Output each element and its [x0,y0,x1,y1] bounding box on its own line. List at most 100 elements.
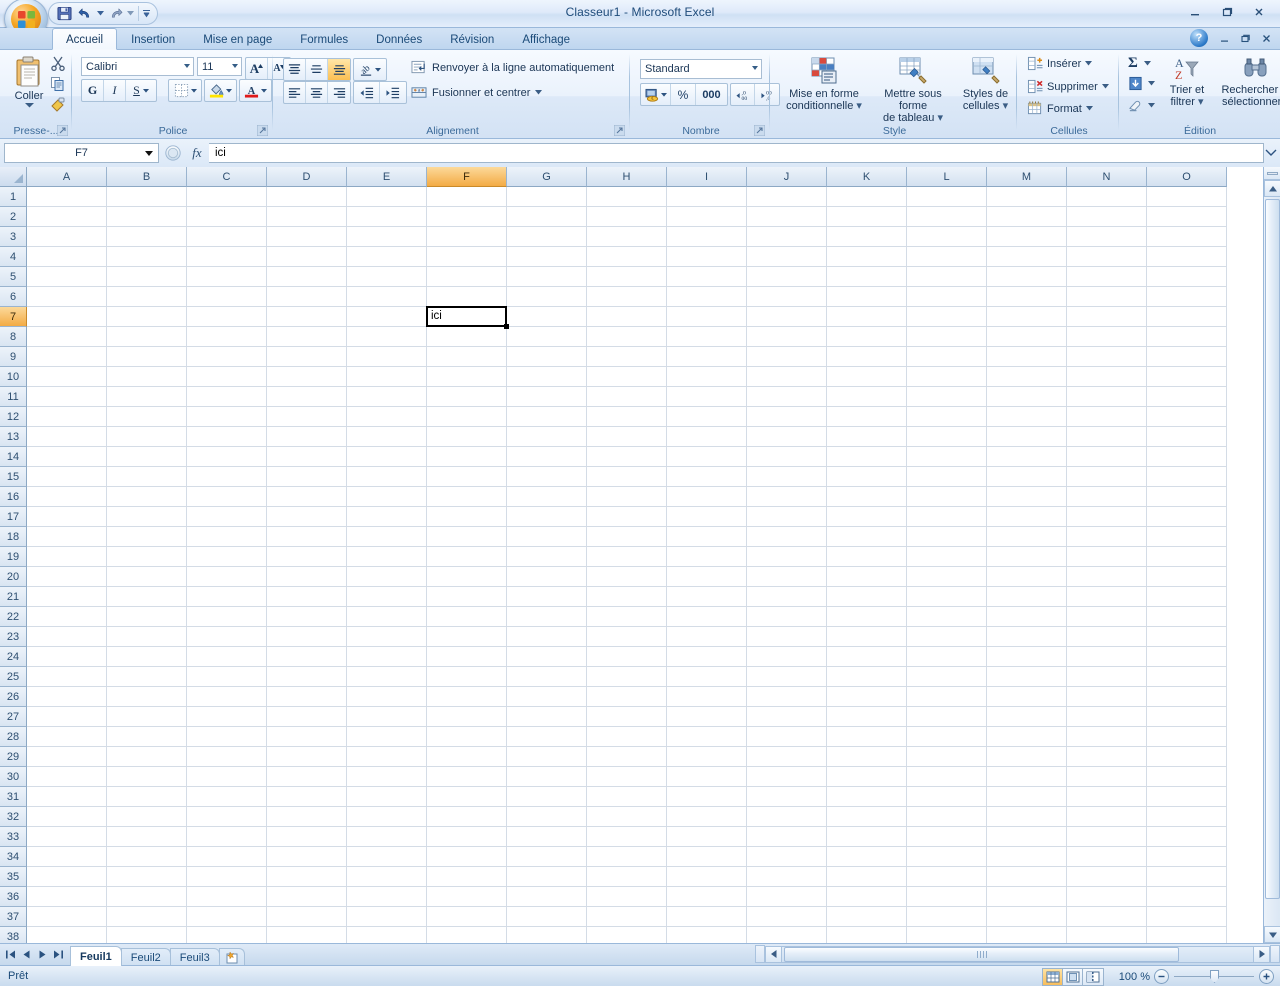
cell-L12[interactable] [907,407,987,427]
cell-N19[interactable] [1067,547,1147,567]
cell-H24[interactable] [587,647,667,667]
cell-G29[interactable] [507,747,587,767]
cell-N34[interactable] [1067,847,1147,867]
cancel-icon[interactable] [161,142,185,164]
row-header-7[interactable]: 7 [0,307,27,327]
copy-button[interactable] [50,76,66,95]
insert-cells-button[interactable]: Insérer [1027,56,1093,71]
bold-button[interactable]: G [82,80,104,101]
cell-F21[interactable] [427,587,507,607]
cell-G35[interactable] [507,867,587,887]
restore-button[interactable] [1212,2,1242,22]
increase-font-size-button[interactable]: A [246,58,268,79]
cell-N9[interactable] [1067,347,1147,367]
cell-J38[interactable] [747,927,827,943]
cell-B7[interactable] [107,307,187,327]
cell-D34[interactable] [267,847,347,867]
cell-K35[interactable] [827,867,907,887]
cell-G19[interactable] [507,547,587,567]
cell-B19[interactable] [107,547,187,567]
align-bottom-button[interactable] [328,59,350,80]
cell-D6[interactable] [267,287,347,307]
column-header-J[interactable]: J [747,167,827,187]
row-header-3[interactable]: 3 [0,227,27,247]
align-center-button[interactable] [306,82,328,103]
cell-H19[interactable] [587,547,667,567]
conditional-formatting-button[interactable]: Mise en forme conditionnelle ▾ [780,56,868,112]
cell-J5[interactable] [747,267,827,287]
cell-I33[interactable] [667,827,747,847]
row-header-19[interactable]: 19 [0,547,27,567]
cell-F5[interactable] [427,267,507,287]
cell-A27[interactable] [27,707,107,727]
cell-B30[interactable] [107,767,187,787]
scroll-right-button[interactable] [1253,945,1270,963]
horizontal-scroll-thumb[interactable] [784,946,1179,962]
merge-center-button[interactable]: a Fusionner et centrer [411,85,543,100]
cell-H23[interactable] [587,627,667,647]
cell-H27[interactable] [587,707,667,727]
cell-L33[interactable] [907,827,987,847]
cell-A1[interactable] [27,187,107,207]
thousands-button[interactable]: 000 [696,84,727,105]
cell-K20[interactable] [827,567,907,587]
cell-C15[interactable] [187,467,267,487]
cell-L37[interactable] [907,907,987,927]
cell-O18[interactable] [1147,527,1227,547]
cell-O35[interactable] [1147,867,1227,887]
column-header-K[interactable]: K [827,167,907,187]
cell-L13[interactable] [907,427,987,447]
sheet-tab-feuil1[interactable]: Feuil1 [70,945,122,966]
cell-B33[interactable] [107,827,187,847]
format-as-table-button[interactable]: Mettre sous forme de tableau ▾ [871,56,955,124]
cell-M13[interactable] [987,427,1067,447]
cell-E27[interactable] [347,707,427,727]
cell-H14[interactable] [587,447,667,467]
cell-H31[interactable] [587,787,667,807]
cell-I11[interactable] [667,387,747,407]
cell-B28[interactable] [107,727,187,747]
tab-revision[interactable]: Révision [436,28,508,50]
row-header-30[interactable]: 30 [0,767,27,787]
tab-donnees[interactable]: Données [362,28,436,50]
cell-I16[interactable] [667,487,747,507]
row-header-5[interactable]: 5 [0,267,27,287]
cell-O5[interactable] [1147,267,1227,287]
cell-O27[interactable] [1147,707,1227,727]
cell-M12[interactable] [987,407,1067,427]
cell-D2[interactable] [267,207,347,227]
cell-D7[interactable] [267,307,347,327]
cell-L27[interactable] [907,707,987,727]
cell-D18[interactable] [267,527,347,547]
cell-H17[interactable] [587,507,667,527]
row-header-29[interactable]: 29 [0,747,27,767]
cell-O37[interactable] [1147,907,1227,927]
cell-M29[interactable] [987,747,1067,767]
cell-G37[interactable] [507,907,587,927]
cell-H32[interactable] [587,807,667,827]
cell-B10[interactable] [107,367,187,387]
cell-M25[interactable] [987,667,1067,687]
cell-D32[interactable] [267,807,347,827]
column-header-B[interactable]: B [107,167,187,187]
cell-E22[interactable] [347,607,427,627]
cell-E21[interactable] [347,587,427,607]
cell-J25[interactable] [747,667,827,687]
cell-D21[interactable] [267,587,347,607]
cell-D37[interactable] [267,907,347,927]
cell-M32[interactable] [987,807,1067,827]
cell-M38[interactable] [987,927,1067,943]
cell-C2[interactable] [187,207,267,227]
cell-O21[interactable] [1147,587,1227,607]
cell-O28[interactable] [1147,727,1227,747]
cell-E23[interactable] [347,627,427,647]
cell-G18[interactable] [507,527,587,547]
cell-E5[interactable] [347,267,427,287]
cell-N24[interactable] [1067,647,1147,667]
close-workbook-button[interactable] [1256,29,1276,47]
cell-J14[interactable] [747,447,827,467]
column-header-M[interactable]: M [987,167,1067,187]
column-header-C[interactable]: C [187,167,267,187]
cell-B32[interactable] [107,807,187,827]
cell-C30[interactable] [187,767,267,787]
